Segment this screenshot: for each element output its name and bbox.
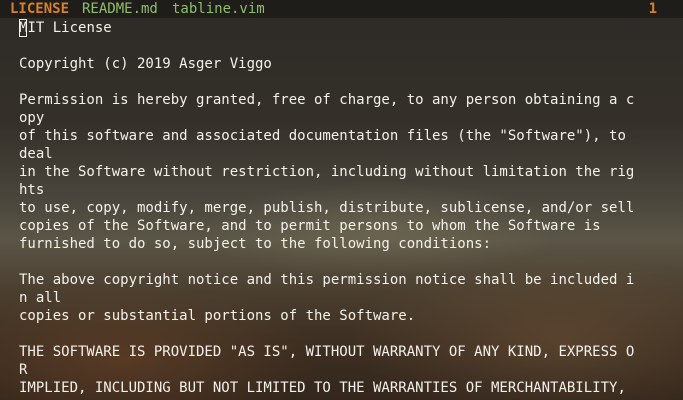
buffer-line-rest: IT License xyxy=(27,20,112,36)
buffer-line: hts xyxy=(19,182,45,198)
buffer-line: n all xyxy=(19,290,62,306)
buffer-line: R xyxy=(19,362,28,378)
buffer-line: copies or substantial portions of the So… xyxy=(19,308,416,324)
buffer-line: furnished to do so, subject to the follo… xyxy=(19,236,492,252)
buffer-line: Permission is hereby granted, free of ch… xyxy=(19,92,635,108)
buffer-line: in the Software without restriction, inc… xyxy=(19,164,635,180)
tab-count: 1 xyxy=(648,1,657,17)
tab-license[interactable]: LICENSE xyxy=(10,0,69,18)
buffer-line: MIT License xyxy=(19,19,679,37)
buffer-line: to use, copy, modify, merge, publish, di… xyxy=(19,200,635,216)
buffer-line: deal xyxy=(19,146,53,162)
buffer-line xyxy=(19,37,679,55)
buffer-line: Copyright (c) 2019 Asger Viggo xyxy=(19,56,272,72)
buffer-line xyxy=(19,325,679,343)
buffer-line: The above copyright notice and this perm… xyxy=(19,272,635,288)
buffer-line: IMPLIED, INCLUDING BUT NOT LIMITED TO TH… xyxy=(19,380,626,396)
buffer-line: THE SOFTWARE IS PROVIDED "AS IS", WITHOU… xyxy=(19,344,635,360)
tabline: LICENSE README.md tabline.vim 1 xyxy=(0,0,683,18)
tab-tabline-vim[interactable]: tabline.vim xyxy=(172,0,265,18)
buffer-line: copies of the Software, and to permit pe… xyxy=(19,218,601,234)
buffer-line: opy xyxy=(19,110,45,126)
tab-readme[interactable]: README.md xyxy=(82,0,158,18)
buffer-line xyxy=(19,253,679,271)
buffer-line: of this software and associated document… xyxy=(19,128,626,144)
buffer-line xyxy=(19,73,679,91)
text-buffer[interactable]: MIT License Copyright (c) 2019 Asger Vig… xyxy=(19,19,679,400)
